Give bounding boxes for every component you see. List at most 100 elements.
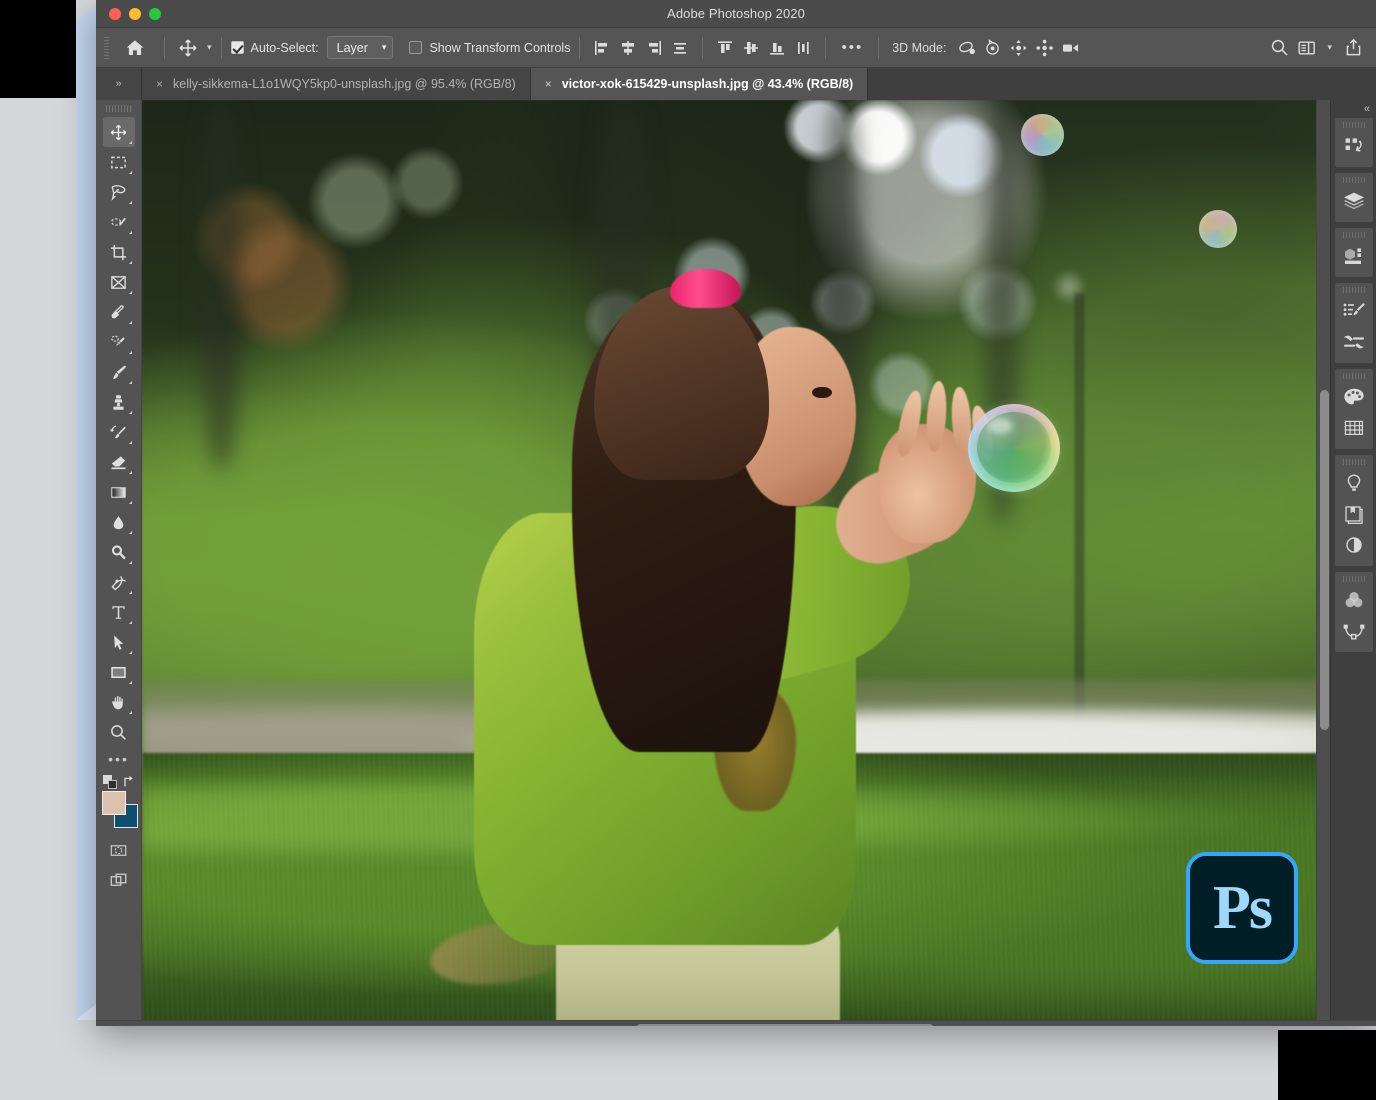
brush-settings-panel-icon[interactable] (1337, 295, 1371, 326)
close-tab-icon[interactable]: × (156, 77, 163, 91)
spot-healing-brush-tool[interactable] (103, 327, 135, 357)
active-tool-move-icon[interactable] (174, 35, 202, 61)
dock-group-history (1335, 118, 1373, 167)
auto-select-checkbox[interactable] (231, 41, 244, 54)
edit-toolbar-icon[interactable]: ••• (103, 747, 135, 771)
dock-group-3d (1335, 228, 1373, 277)
align-left-edges-icon[interactable] (589, 36, 615, 60)
rectangle-tool[interactable] (103, 657, 135, 687)
title-bar: Adobe Photoshop 2020 (96, 0, 1376, 28)
distribute-vertical-icon[interactable] (790, 36, 816, 60)
3d-panel-icon[interactable] (1337, 240, 1371, 271)
zoom-tool[interactable] (103, 717, 135, 747)
options-separator-3 (579, 37, 580, 59)
eraser-tool[interactable] (103, 447, 135, 477)
photo-image: Ps (142, 100, 1330, 1020)
distribute-horizontal-icon[interactable] (667, 36, 693, 60)
minimize-window-button[interactable] (129, 8, 141, 20)
document-tab-victor-xok[interactable]: × victor-xok-615429-unsplash.jpg @ 43.4%… (531, 68, 868, 100)
show-transform-controls-label: Show Transform Controls (429, 41, 570, 55)
vertical-scrollbar-thumb[interactable] (1320, 390, 1329, 730)
crop-tool[interactable] (103, 237, 135, 267)
quick-selection-tool[interactable] (103, 207, 135, 237)
canvas-horizontal-scrollbar[interactable] (96, 1020, 1376, 1026)
toolbox-grip[interactable] (106, 105, 132, 112)
layer-scope-dropdown[interactable]: Layer ▾ (327, 36, 394, 59)
roll-3d-object-icon[interactable] (980, 36, 1006, 60)
align-vertical-centers-icon[interactable] (738, 36, 764, 60)
more-options-icon[interactable]: ••• (835, 39, 869, 56)
libraries-panel-icon[interactable] (1337, 498, 1371, 529)
adjustments-panel-icon[interactable] (1337, 529, 1371, 560)
brushes-panel-icon[interactable] (1337, 326, 1371, 357)
align-top-edges-icon[interactable] (712, 36, 738, 60)
options-bar-grip[interactable] (104, 37, 109, 59)
document-tab-kelly-sikkema[interactable]: × kelly-sikkema-L1o1WQY5kp0-unsplash.jpg… (142, 68, 531, 100)
photo-bubble-highlight (988, 418, 1012, 434)
pen-tool[interactable] (103, 567, 135, 597)
history-panel-icon[interactable] (1337, 130, 1371, 161)
photoshop-logo-text: Ps (1213, 877, 1271, 939)
panel-grip[interactable] (1343, 122, 1365, 128)
panel-grip[interactable] (1343, 576, 1365, 582)
tool-flyout-indicator (129, 351, 132, 354)
options-separator-6 (878, 37, 879, 59)
align-right-edges-icon[interactable] (641, 36, 667, 60)
close-window-button[interactable] (109, 8, 121, 20)
canvas-area[interactable]: Ps (142, 100, 1330, 1020)
lasso-tool[interactable] (103, 177, 135, 207)
gradient-tool[interactable] (103, 477, 135, 507)
tool-preset-chevron-icon[interactable]: ▾ (207, 42, 212, 53)
search-icon[interactable] (1266, 36, 1292, 60)
align-horizontal-centers-icon[interactable] (615, 36, 641, 60)
layers-panel-icon[interactable] (1337, 185, 1371, 216)
channels-panel-icon[interactable] (1337, 584, 1371, 615)
show-transform-controls-checkbox[interactable] (409, 41, 422, 54)
swap-colors-icon[interactable] (121, 775, 135, 789)
tool-flyout-indicator (129, 171, 132, 174)
move-tool[interactable] (103, 117, 135, 147)
hand-tool[interactable] (103, 687, 135, 717)
tool-flyout-indicator (129, 651, 132, 654)
layer-scope-value: Layer (337, 41, 368, 55)
learn-panel-icon[interactable] (1337, 467, 1371, 498)
slide-3d-object-icon[interactable] (1032, 36, 1058, 60)
maximize-window-button[interactable] (149, 8, 161, 20)
swatches-panel-icon[interactable] (1337, 412, 1371, 443)
panel-grip[interactable] (1343, 177, 1365, 183)
blur-tool[interactable] (103, 507, 135, 537)
horizontal-scrollbar-thumb[interactable] (636, 1024, 934, 1026)
screen-mode-icon[interactable] (103, 865, 135, 895)
rotate-3d-object-icon[interactable] (954, 36, 980, 60)
frame-tool[interactable] (103, 267, 135, 297)
color-panel-icon[interactable] (1337, 381, 1371, 412)
default-colors-icon[interactable] (103, 775, 117, 789)
history-brush-tool[interactable] (103, 417, 135, 447)
foreground-color-swatch[interactable] (102, 791, 126, 815)
scale-3d-object-icon[interactable] (1058, 36, 1084, 60)
rectangular-marquee-tool[interactable] (103, 147, 135, 177)
panel-grip[interactable] (1343, 287, 1365, 293)
panel-grip[interactable] (1343, 232, 1365, 238)
align-bottom-edges-icon[interactable] (764, 36, 790, 60)
close-tab-icon[interactable]: × (545, 77, 552, 91)
panel-grip[interactable] (1343, 459, 1365, 465)
collapse-panels-icon[interactable]: « (1331, 100, 1376, 118)
paths-panel-icon[interactable] (1337, 615, 1371, 646)
quick-mask-icon[interactable] (103, 835, 135, 865)
eyedropper-tool[interactable] (103, 297, 135, 327)
panel-grip[interactable] (1343, 373, 1365, 379)
workspace-chevron-icon[interactable]: ▾ (1327, 42, 1332, 53)
workspace-icon[interactable] (1294, 36, 1320, 60)
type-tool[interactable] (103, 597, 135, 627)
canvas-vertical-scrollbar[interactable] (1316, 100, 1330, 1020)
dodge-tool[interactable] (103, 537, 135, 567)
expand-toolbox-button[interactable]: » (96, 68, 142, 100)
brush-tool[interactable] (103, 357, 135, 387)
dock-group-brushes (1335, 283, 1373, 363)
share-icon[interactable] (1340, 36, 1366, 60)
home-icon[interactable] (115, 35, 155, 61)
clone-stamp-tool[interactable] (103, 387, 135, 417)
path-selection-tool[interactable] (103, 627, 135, 657)
drag-3d-object-icon[interactable] (1006, 36, 1032, 60)
